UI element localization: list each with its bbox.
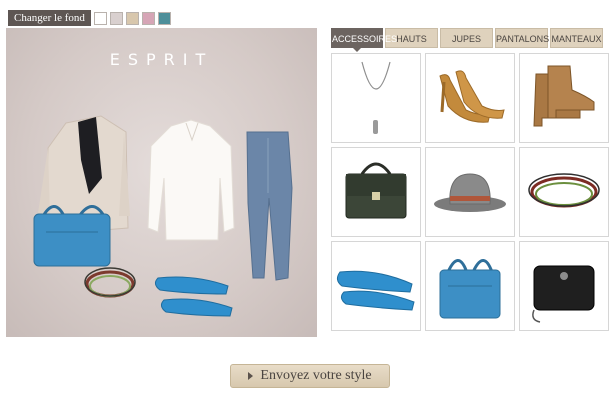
blue-flats-icon xyxy=(336,270,415,311)
blue-flats-icon[interactable] xyxy=(154,276,233,317)
product-blue-flats[interactable] xyxy=(331,241,421,331)
category-tabs: ACCESSOIRES HAUTS JUPES PANTALONS MANTEA… xyxy=(331,28,605,52)
product-grid xyxy=(331,53,611,333)
wrap-bracelet-icon xyxy=(528,173,600,208)
outfit-canvas: ESPRIT xyxy=(6,28,317,337)
necklace-icon xyxy=(361,61,391,134)
product-ankle-boots[interactable] xyxy=(519,53,609,143)
tab-manteaux[interactable]: MANTEAUX xyxy=(550,28,603,48)
product-wrap-bracelet[interactable] xyxy=(519,147,609,237)
tab-accessoires[interactable]: ACCESSOIRES xyxy=(331,28,397,52)
blue-handbag-icon[interactable] xyxy=(33,205,111,267)
swatch-grey[interactable] xyxy=(109,11,123,25)
ankle-boots-icon xyxy=(533,65,595,127)
bracelet-icon[interactable] xyxy=(84,267,136,298)
swatch-teal[interactable] xyxy=(157,11,171,25)
product-black-clutch[interactable] xyxy=(519,241,609,331)
play-arrow-icon xyxy=(248,372,254,380)
blouse-icon[interactable] xyxy=(147,119,235,241)
blue-handbag-icon xyxy=(439,259,501,319)
background-switcher-label: Changer le fond xyxy=(8,10,91,26)
tan-pumps-icon xyxy=(439,70,505,123)
product-grey-fedora[interactable] xyxy=(425,147,515,237)
product-tan-pumps[interactable] xyxy=(425,53,515,143)
background-switcher: Changer le fond xyxy=(8,10,171,26)
grey-fedora-icon xyxy=(434,173,506,212)
jeans-icon[interactable] xyxy=(246,131,293,281)
tab-jupes[interactable]: JUPES xyxy=(440,28,493,48)
green-satchel-icon xyxy=(345,162,407,219)
send-style-label: Envoyez votre style xyxy=(260,368,372,383)
swatch-white[interactable] xyxy=(93,11,107,25)
send-style-button[interactable]: Envoyez votre style xyxy=(230,364,390,388)
swatch-beige[interactable] xyxy=(125,11,139,25)
black-clutch-icon xyxy=(532,265,595,323)
product-green-satchel[interactable] xyxy=(331,147,421,237)
product-blue-handbag[interactable] xyxy=(425,241,515,331)
tab-pantalons[interactable]: PANTALONS xyxy=(495,28,549,48)
swatch-pink[interactable] xyxy=(141,11,155,25)
product-necklace[interactable] xyxy=(331,53,421,143)
